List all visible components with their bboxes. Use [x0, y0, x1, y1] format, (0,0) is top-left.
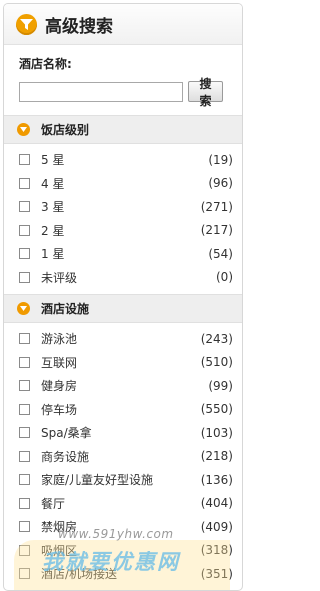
option-count: (217): [200, 223, 233, 238]
option-label: 健身房: [41, 379, 78, 394]
filter-option[interactable]: 停车场 (550): [4, 398, 242, 422]
filter-option[interactable]: 3 星 (271): [4, 195, 242, 219]
option-count: (103): [200, 425, 233, 440]
checkbox[interactable]: [19, 271, 30, 283]
panel-header: 高级搜索: [4, 4, 242, 45]
hotel-name-input[interactable]: [19, 81, 183, 102]
checkbox[interactable]: [19, 450, 30, 462]
filter-option[interactable]: 5 星 (19): [4, 148, 242, 172]
option-count: (19): [208, 152, 233, 167]
option-count: (271): [200, 199, 233, 214]
option-label: 商务设施: [41, 449, 90, 464]
filter-funnel-icon: [16, 13, 37, 35]
option-label: 5 星: [41, 153, 65, 168]
option-count: (318): [200, 543, 233, 558]
option-count: (136): [200, 472, 233, 487]
checkbox[interactable]: [19, 248, 30, 260]
option-label: 游泳池: [41, 332, 78, 347]
filter-option[interactable]: 家庭/儿童友好型设施 (136): [4, 468, 242, 492]
option-label: 餐厅: [41, 496, 66, 511]
option-label: 2 星: [41, 223, 65, 238]
option-label: 停车场: [41, 402, 78, 417]
checkbox[interactable]: [19, 544, 30, 556]
filter-option[interactable]: 游泳池 (243): [4, 327, 242, 351]
option-count: (96): [208, 176, 233, 191]
option-count: (54): [208, 246, 233, 261]
option-label: 未评级: [41, 270, 78, 285]
checkbox[interactable]: [19, 427, 30, 439]
filter-option[interactable]: 健身房 (99): [4, 374, 242, 398]
option-count: (404): [200, 496, 233, 511]
star-rating-section-title: 饭店级别: [41, 123, 90, 137]
option-label: 互联网: [41, 355, 78, 370]
option-label: 3 星: [41, 200, 65, 215]
filter-option[interactable]: 互联网 (510): [4, 351, 242, 375]
facilities-section-header[interactable]: 酒店设施: [4, 294, 242, 323]
checkbox[interactable]: [19, 521, 30, 533]
filter-option[interactable]: Spa/桑拿 (103): [4, 421, 242, 445]
option-label: 酒店/机场接送: [41, 567, 118, 582]
filter-option[interactable]: 1 星 (54): [4, 242, 242, 266]
option-label: 禁烟房: [41, 520, 78, 535]
checkbox[interactable]: [19, 224, 30, 236]
hotel-name-search-row: 搜索: [19, 77, 242, 108]
option-label: Spa/桑拿: [41, 426, 92, 441]
option-count: (243): [200, 331, 233, 346]
filter-option[interactable]: 餐厅 (404): [4, 492, 242, 516]
filter-option[interactable]: 2 星 (217): [4, 219, 242, 243]
facility-options: 游泳池 (243) 互联网 (510) 健身房 (99) 停车场 (550) Spa/桑拿 (10…: [4, 323, 242, 586]
filter-option[interactable]: 酒店/机场接送 (351): [4, 562, 242, 586]
checkbox[interactable]: [19, 497, 30, 509]
filter-option[interactable]: 禁烟房 (409): [4, 515, 242, 539]
search-button[interactable]: 搜索: [188, 77, 223, 108]
filter-option[interactable]: 未评级 (0): [4, 266, 242, 290]
advanced-search-panel: 高级搜索 酒店名称: 搜索 饭店级别 5 星 (19) 4 星 (96) 3 星 (271…: [3, 3, 243, 591]
option-label: 吸烟区: [41, 543, 78, 558]
checkbox[interactable]: [19, 333, 30, 345]
option-label: 家庭/儿童友好型设施: [41, 473, 154, 488]
option-count: (218): [200, 449, 233, 464]
checkbox[interactable]: [19, 380, 30, 392]
option-count: (0): [216, 270, 233, 285]
chevron-down-icon: [17, 302, 30, 315]
option-count: (510): [200, 355, 233, 370]
option-count: (550): [200, 402, 233, 417]
checkbox[interactable]: [19, 474, 30, 486]
panel-title: 高级搜索: [45, 16, 113, 37]
checkbox[interactable]: [19, 356, 30, 368]
hotel-name-label: 酒店名称:: [19, 57, 72, 71]
facilities-section-title: 酒店设施: [41, 302, 90, 316]
checkbox[interactable]: [19, 568, 30, 580]
star-rating-options: 5 星 (19) 4 星 (96) 3 星 (271) 2 星 (217) 1 星 (54) 未评级…: [4, 144, 242, 289]
option-count: (99): [208, 378, 233, 393]
filter-option[interactable]: 4 星 (96): [4, 172, 242, 196]
hotel-name-section: 酒店名称: 搜索: [4, 45, 242, 108]
chevron-down-icon: [17, 123, 30, 136]
option-count: (409): [200, 519, 233, 534]
filter-option[interactable]: 吸烟区 (318): [4, 539, 242, 563]
checkbox[interactable]: [19, 201, 30, 213]
option-label: 1 星: [41, 247, 65, 262]
star-rating-section-header[interactable]: 饭店级别: [4, 115, 242, 144]
option-label: 4 星: [41, 176, 65, 191]
filter-option[interactable]: 商务设施 (218): [4, 445, 242, 469]
checkbox[interactable]: [19, 403, 30, 415]
checkbox[interactable]: [19, 177, 30, 189]
checkbox[interactable]: [19, 154, 30, 166]
option-count: (351): [200, 566, 233, 581]
